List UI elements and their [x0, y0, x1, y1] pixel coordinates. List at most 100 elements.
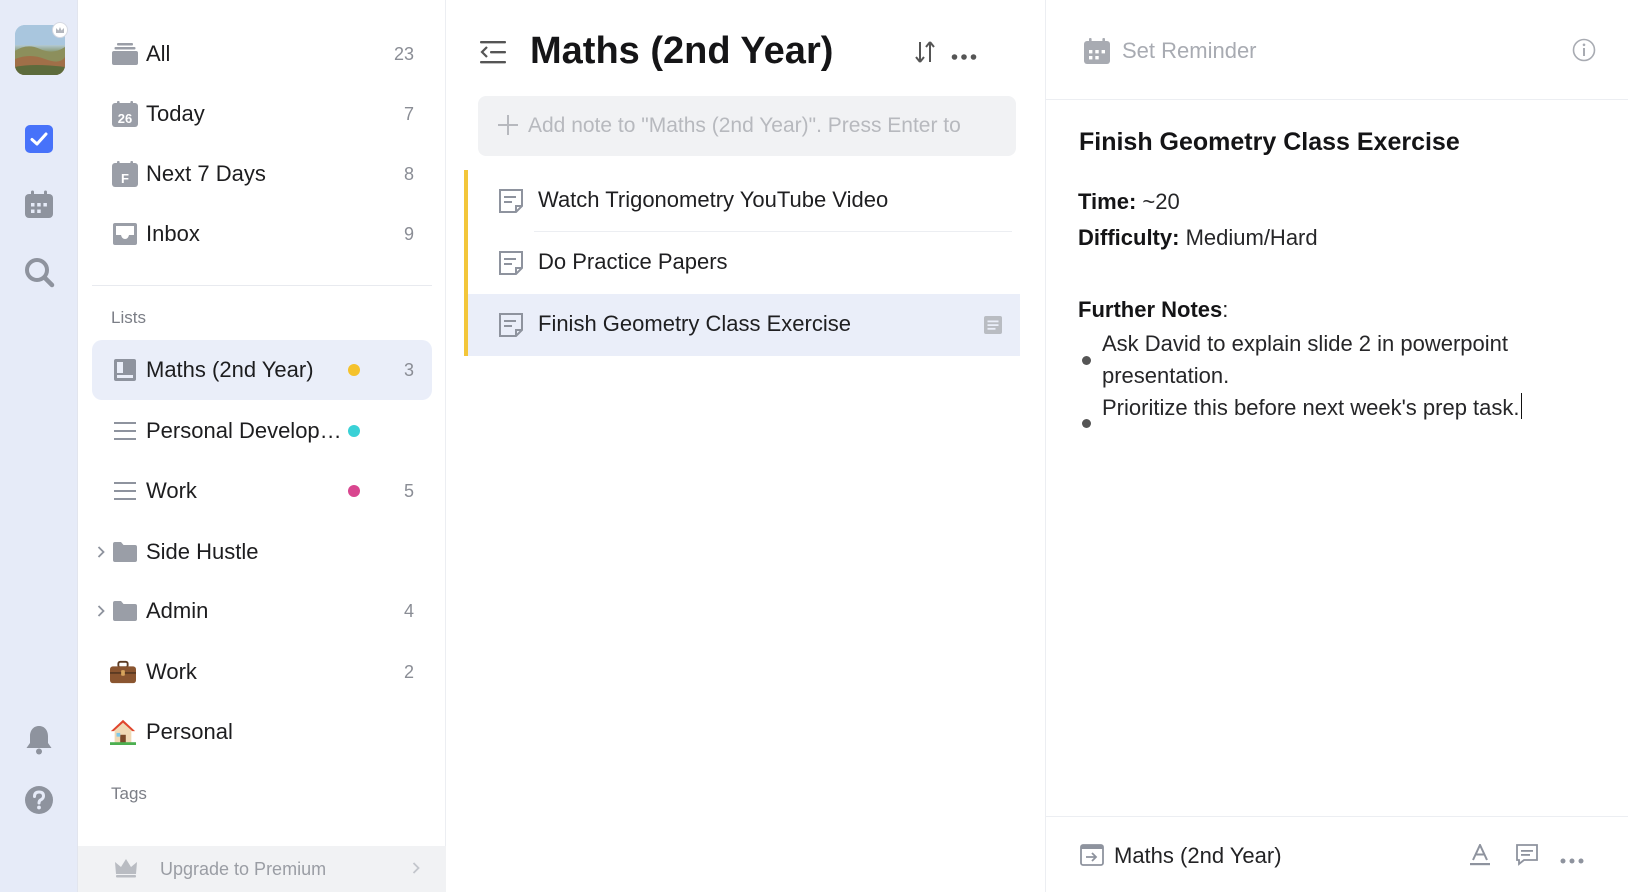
add-task-box [478, 96, 1016, 156]
more-options-icon[interactable] [951, 48, 977, 66]
count-badge: 4 [403, 600, 414, 621]
list-lines-icon [112, 418, 138, 444]
calendar-icon[interactable] [22, 188, 56, 222]
list-lines-icon [112, 478, 138, 504]
set-reminder-button[interactable]: Set Reminder [1122, 38, 1257, 64]
sidebar-item-label: Admin [146, 598, 209, 623]
collapse-sidebar-icon[interactable] [480, 40, 506, 69]
stack-icon [112, 41, 138, 67]
sidebar-item-label: Work [146, 478, 197, 503]
sidebar-item-next-7-days[interactable]: F Next 7 Days 8 [92, 144, 432, 204]
list-board-icon [112, 357, 138, 383]
notes-colon: : [1222, 297, 1229, 322]
sidebar-item-label: Personal [146, 719, 233, 744]
task-list-pane: Maths (2nd Year) Watch Trigonometry YouT… [446, 0, 1046, 892]
sidebar-item-inbox[interactable]: Inbox 9 [92, 204, 432, 264]
count-badge: 23 [393, 43, 414, 64]
task-row-selected[interactable]: Finish Geometry Class Exercise [464, 294, 1020, 356]
list-color-dot [348, 364, 360, 376]
time-line: Time: ~20 [1078, 189, 1180, 215]
svg-text:F: F [121, 171, 129, 186]
help-icon[interactable] [22, 783, 56, 817]
time-value: ~20 [1142, 189, 1180, 214]
crown-badge-icon [52, 22, 68, 38]
note-bullet-2[interactable]: Prioritize this before next week's prep … [1102, 392, 1522, 424]
calendar-today-icon: 26 [112, 101, 138, 127]
difficulty-line: Difficulty: Medium/Hard [1078, 225, 1318, 251]
plus-icon [498, 115, 518, 140]
sidebar-item-personal[interactable]: Personal [92, 702, 432, 762]
briefcase-icon [110, 659, 136, 685]
note-icon [499, 313, 523, 337]
search-icon[interactable] [22, 255, 56, 289]
chevron-right-icon [412, 861, 420, 879]
add-task-input[interactable] [528, 110, 998, 142]
text-format-icon[interactable] [1470, 842, 1490, 871]
svg-text:26: 26 [118, 111, 132, 126]
calendar-reminder-icon[interactable] [1084, 38, 1110, 69]
page-title: Maths (2nd Year) [530, 30, 834, 72]
has-description-icon [984, 316, 1002, 339]
sidebar-item-work-briefcase[interactable]: Work 2 [92, 642, 432, 702]
task-detail-pane: Set Reminder Finish Geometry Class Exerc… [1046, 0, 1628, 892]
sidebar-item-all[interactable]: All 23 [92, 24, 432, 84]
task-title: Do Practice Papers [538, 249, 728, 274]
bell-icon[interactable] [22, 722, 56, 756]
sidebar-item-work[interactable]: Work 5 [92, 461, 432, 521]
crown-icon [114, 858, 138, 883]
task-title: Watch Trigonometry YouTube Video [538, 187, 889, 212]
sidebar-item-label: Maths (2nd Year) [146, 357, 314, 382]
note-bullet-2-text: Prioritize this before next week's prep … [1102, 395, 1520, 420]
tasks-checkbox-icon[interactable] [22, 122, 56, 156]
count-badge: 3 [403, 359, 414, 380]
count-badge: 9 [403, 223, 414, 244]
task-detail-title[interactable]: Finish Geometry Class Exercise [1079, 128, 1460, 157]
difficulty-value: Medium/Hard [1185, 225, 1318, 250]
more-options-icon[interactable] [1560, 852, 1584, 870]
difficulty-label: Difficulty: [1078, 225, 1180, 250]
note-bullet-1[interactable]: Ask David to explain slide 2 in powerpoi… [1102, 328, 1532, 392]
note-icon [499, 189, 523, 213]
house-icon [110, 719, 136, 745]
navigation-rail [0, 0, 78, 892]
section-header-lists: Lists [111, 308, 146, 327]
info-icon[interactable] [1572, 38, 1596, 67]
calendar-week-icon: F [112, 161, 138, 187]
task-row[interactable]: Do Practice Papers [464, 232, 1020, 294]
bullet-dot [1082, 356, 1091, 365]
chevron-right-icon[interactable] [94, 545, 108, 559]
list-color-dot [348, 425, 360, 437]
sidebar-item-label: Next 7 Days [146, 161, 266, 186]
sidebar-item-label: Today [146, 101, 205, 126]
detail-toolbar: Set Reminder [1046, 0, 1628, 100]
sidebar-item-maths-2nd-year[interactable]: Maths (2nd Year) 3 [92, 340, 432, 400]
comment-icon[interactable] [1516, 844, 1538, 871]
count-badge: 7 [403, 103, 414, 124]
bullet-dot [1082, 419, 1091, 428]
folder-icon [112, 598, 138, 624]
sidebar-item-today[interactable]: 26 Today 7 [92, 84, 432, 144]
sidebar-item-side-hustle[interactable]: Side Hustle [92, 522, 432, 582]
sidebar-item-label: Inbox [146, 221, 200, 246]
move-to-list-icon[interactable] [1080, 843, 1104, 872]
sort-icon[interactable] [914, 40, 936, 69]
detail-footer: Maths (2nd Year) [1046, 816, 1628, 892]
time-label: Time: [1078, 189, 1137, 214]
count-badge: 2 [403, 661, 414, 682]
notes-heading: Further Notes: [1078, 297, 1228, 323]
task-title: Finish Geometry Class Exercise [538, 311, 851, 336]
sidebar-item-admin[interactable]: Admin 4 [92, 581, 432, 641]
task-row[interactable]: Watch Trigonometry YouTube Video [464, 170, 1020, 232]
chevron-right-icon[interactable] [94, 604, 108, 618]
sidebar-item-label: All [146, 41, 171, 66]
upgrade-premium-banner[interactable]: Upgrade to Premium [78, 846, 446, 892]
notes-label: Further Notes [1078, 297, 1223, 322]
folder-icon [112, 539, 138, 565]
sidebar-item-label: Personal Developm... [146, 418, 356, 443]
sidebar-item-label: Work [146, 659, 197, 684]
note-icon [499, 251, 523, 275]
task-list-name[interactable]: Maths (2nd Year) [1114, 843, 1282, 869]
list-color-dot [348, 485, 360, 497]
sidebar-item-personal-development[interactable]: Personal Developm... [92, 401, 432, 461]
count-badge: 5 [403, 480, 414, 501]
